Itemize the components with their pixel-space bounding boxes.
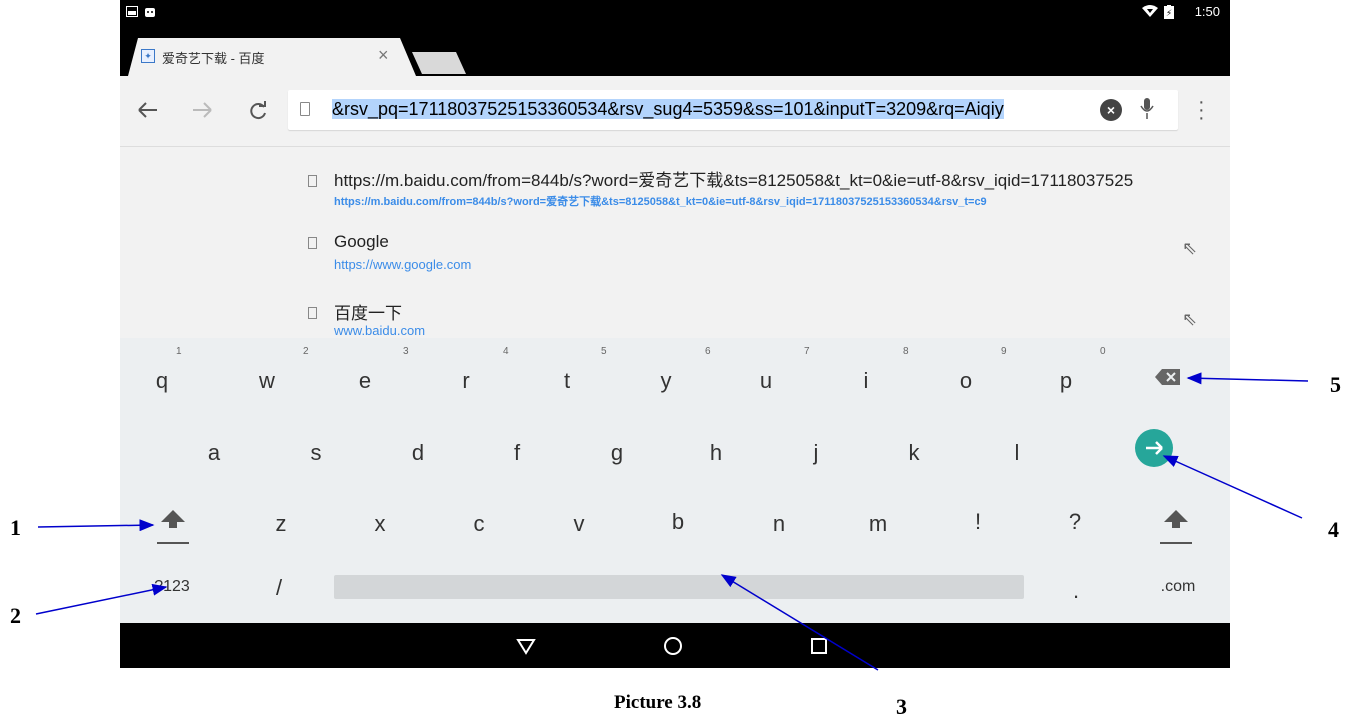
image-notification-icon	[126, 6, 138, 17]
baidu-favicon-icon: ✦	[141, 49, 155, 63]
key-period[interactable]: .	[1026, 578, 1126, 604]
tab-close-button[interactable]: ×	[378, 45, 389, 66]
backspace-key[interactable]	[1155, 368, 1181, 386]
key-n[interactable]: n	[729, 511, 829, 537]
key-l[interactable]: l	[967, 440, 1067, 466]
key-g[interactable]: g	[567, 440, 667, 466]
suggestion-url: https://m.baidu.com/from=844b/s?word=爱奇艺…	[334, 196, 987, 208]
key-exclamation[interactable]: !	[928, 509, 1028, 535]
key-c[interactable]: c	[429, 511, 529, 537]
clear-input-button[interactable]: ×	[1100, 99, 1122, 121]
new-tab-button[interactable]	[412, 52, 466, 74]
arrow-right-icon	[1146, 441, 1163, 455]
key-s[interactable]: s	[266, 440, 366, 466]
key-m[interactable]: m	[828, 511, 928, 537]
key-t[interactable]: t	[517, 368, 617, 394]
key-b[interactable]: b	[628, 509, 728, 535]
callout-number-5: 5	[1330, 372, 1341, 397]
overflow-menu-button[interactable]: · · ·	[1198, 92, 1205, 128]
key-hint: 6	[705, 346, 711, 357]
key-a[interactable]: a	[164, 440, 264, 466]
suggestion-url: www.baidu.com	[334, 323, 426, 338]
key-hint: 1	[176, 346, 182, 357]
key-w[interactable]: w	[217, 368, 317, 394]
tab-title: 爱奇艺下载 - 百度	[162, 51, 265, 66]
battery-icon: ⚡	[1164, 5, 1174, 19]
figure-caption: Picture 3.8	[614, 692, 702, 713]
browser-tab[interactable]: ✦ 爱奇艺下载 - 百度 ×	[128, 38, 416, 76]
key-hint: 9	[1001, 346, 1007, 357]
page-icon	[308, 175, 317, 187]
soft-keyboard: q w e r t y u i o p 1 2 3 4 5 6 7 8 9 0 …	[120, 338, 1230, 623]
suggestion-title: Google	[334, 232, 389, 251]
key-f[interactable]: f	[467, 440, 567, 466]
key-slash[interactable]: /	[229, 575, 329, 601]
shift-key-right[interactable]	[1160, 506, 1192, 546]
shift-key-left[interactable]	[157, 506, 189, 546]
recents-nav-button[interactable]	[810, 637, 828, 655]
key-hint: 5	[601, 346, 607, 357]
suggestion-title: https://m.baidu.com/from=844b/s?word=爱奇艺…	[334, 171, 1134, 190]
key-hint: 8	[903, 346, 909, 357]
key-hint: 4	[503, 346, 509, 357]
address-selected-text: &rsv_pq=17118037525153360534&rsv_sug4=53…	[332, 99, 1004, 119]
tablet-screen: ⚡ 1:50 ✦ 爱奇艺下载 - 百度 × &rsv_pq=1711803752…	[120, 0, 1230, 668]
suggestion-item[interactable]: https://m.baidu.com/from=844b/s?word=爱奇艺…	[120, 147, 1230, 219]
dot-com-key[interactable]: .com	[1128, 578, 1228, 596]
tab-strip: ✦ 爱奇艺下载 - 百度 ×	[120, 24, 1230, 76]
key-e[interactable]: e	[315, 368, 415, 394]
key-q[interactable]: q	[120, 368, 212, 394]
browser-toolbar: &rsv_pq=17118037525153360534&rsv_sug4=53…	[120, 76, 1230, 146]
clock: 1:50	[1194, 4, 1220, 19]
wifi-icon	[1142, 5, 1158, 17]
address-bar[interactable]: &rsv_pq=17118037525153360534&rsv_sug4=53…	[288, 90, 1178, 130]
callout-number-1: 1	[10, 515, 21, 540]
key-d[interactable]: d	[368, 440, 468, 466]
key-v[interactable]: v	[529, 511, 629, 537]
suggestion-item[interactable]: 百度一下 www.baidu.com ⇖	[120, 279, 1230, 339]
suggestion-title: 百度一下	[334, 304, 402, 323]
symbols-key[interactable]: ?123	[122, 578, 222, 596]
key-o[interactable]: o	[916, 368, 1016, 394]
key-p[interactable]: p	[1016, 368, 1116, 394]
refine-arrow-icon[interactable]: ⇖	[1182, 309, 1197, 330]
key-u[interactable]: u	[716, 368, 816, 394]
page-icon	[308, 237, 317, 249]
microphone-icon[interactable]	[1140, 96, 1154, 122]
key-hint: 0	[1100, 346, 1106, 357]
key-h[interactable]: h	[666, 440, 766, 466]
space-bar[interactable]	[334, 575, 1024, 599]
key-k[interactable]: k	[864, 440, 964, 466]
suggestion-item[interactable]: Google https://www.google.com ⇖	[120, 219, 1230, 279]
key-r[interactable]: r	[416, 368, 516, 394]
callout-number-4: 4	[1328, 517, 1339, 542]
suggestion-url: https://www.google.com	[334, 257, 472, 272]
key-hint: 2	[303, 346, 309, 357]
key-i[interactable]: i	[816, 368, 916, 394]
key-y[interactable]: y	[616, 368, 716, 394]
key-x[interactable]: x	[330, 511, 430, 537]
back-button[interactable]	[138, 102, 158, 118]
omnibox-suggestions: https://m.baidu.com/from=844b/s?word=爱奇艺…	[120, 146, 1230, 339]
android-icon	[145, 8, 155, 17]
page-icon	[308, 307, 317, 319]
key-j[interactable]: j	[766, 440, 866, 466]
back-nav-button[interactable]	[516, 638, 536, 655]
svg-text:⚡: ⚡	[1166, 9, 1172, 19]
key-hint: 7	[804, 346, 810, 357]
callout-number-3: 3	[896, 694, 907, 719]
reload-button[interactable]	[248, 101, 268, 121]
callout-number-2: 2	[10, 603, 21, 628]
page-icon	[300, 102, 310, 116]
key-question[interactable]: ?	[1025, 509, 1125, 535]
android-nav-bar	[120, 623, 1230, 668]
key-hint: 3	[403, 346, 409, 357]
key-z[interactable]: z	[231, 511, 331, 537]
status-bar: ⚡ 1:50	[120, 0, 1230, 24]
forward-button[interactable]	[192, 102, 212, 118]
home-nav-button[interactable]	[663, 636, 683, 656]
refine-arrow-icon[interactable]: ⇖	[1182, 238, 1197, 259]
enter-go-key[interactable]	[1135, 429, 1173, 467]
address-input[interactable]: &rsv_pq=17118037525153360534&rsv_sug4=53…	[332, 99, 1074, 120]
